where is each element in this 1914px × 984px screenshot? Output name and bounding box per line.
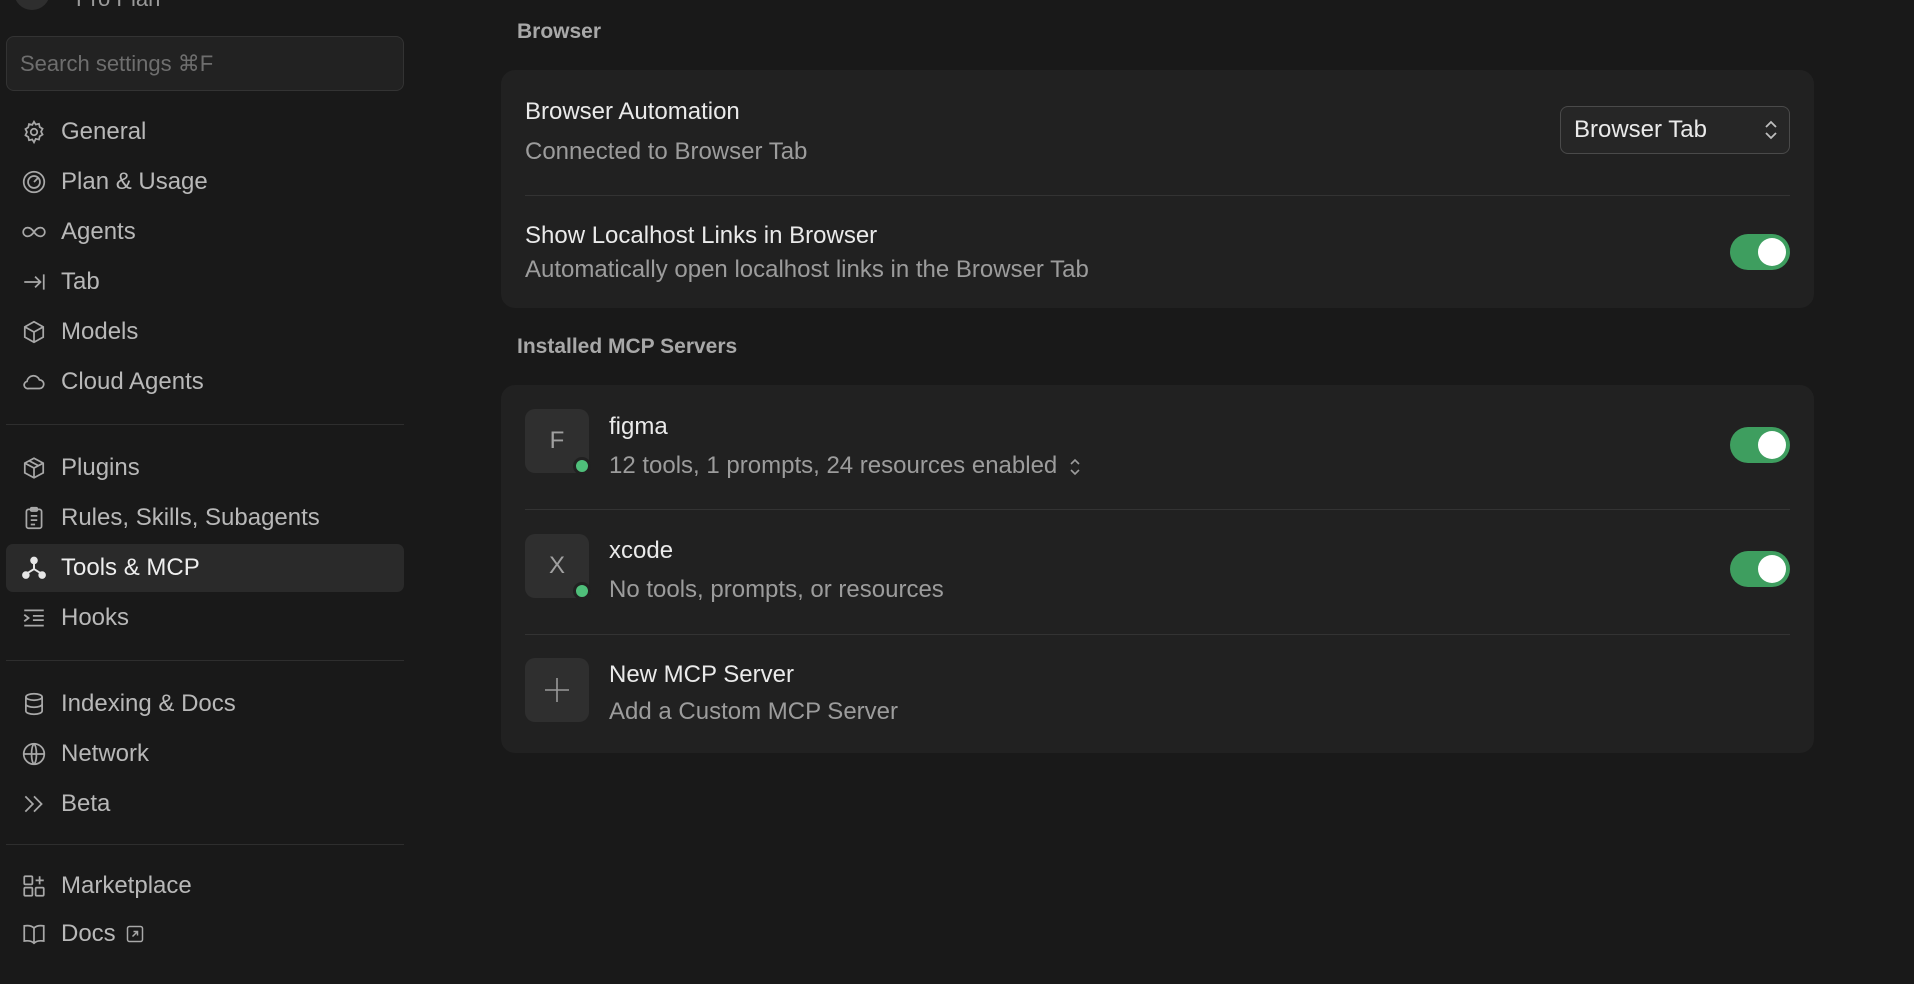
sidebar-item-label: Tools & MCP [61, 554, 200, 581]
sidebar-item-label: Agents [61, 218, 136, 245]
plus-icon [545, 678, 569, 702]
chevrons-right-icon [19, 789, 49, 819]
server-letter: F [549, 427, 565, 454]
server-summary: 12 tools, 1 prompts, 24 resources enable… [609, 452, 1058, 479]
server-summary-row[interactable]: 12 tools, 1 prompts, 24 resources enable… [609, 452, 1081, 480]
sidebar-item-plan-usage[interactable]: Plan & Usage [6, 158, 404, 206]
sidebar-item-hooks[interactable]: Hooks [6, 594, 404, 642]
sidebar-item-label: Models [61, 318, 139, 345]
mcp-servers-card: F figma 12 tools, 1 prompts, 24 resource… [501, 385, 1814, 753]
server-name: xcode [609, 537, 674, 564]
toggle-knob [1758, 555, 1786, 583]
external-link-icon [126, 925, 143, 943]
sidebar-item-label: General [61, 118, 147, 145]
book-icon [19, 919, 49, 949]
sidebar-item-plugins[interactable]: Plugins [6, 444, 404, 492]
localhost-links-subtitle: Automatically open localhost links in th… [525, 256, 1089, 283]
sidebar-item-network[interactable]: Network [6, 730, 404, 778]
sidebar-item-beta[interactable]: Beta [6, 780, 404, 828]
box-icon [19, 453, 49, 483]
sidebar-item-indexing-docs[interactable]: Indexing & Docs [6, 680, 404, 728]
list-indent-icon [19, 603, 49, 633]
chevron-updown-icon [1765, 120, 1777, 140]
localhost-links-toggle[interactable] [1730, 234, 1790, 270]
sidebar-item-models[interactable]: Models [6, 308, 404, 356]
server-avatar: F [525, 409, 591, 475]
sidebar-item-label: Network [61, 740, 150, 767]
browser-mode-select[interactable]: Browser Tab [1560, 106, 1790, 154]
sidebar-item-label: Hooks [61, 604, 130, 631]
avatar[interactable] [14, 0, 50, 10]
sidebar-item-rules-skills-subagents[interactable]: Rules, Skills, Subagents [6, 494, 404, 542]
sidebar-item-label: Cloud Agents [61, 368, 204, 395]
server-summary: No tools, prompts, or resources [609, 576, 944, 603]
cube-icon [19, 317, 49, 347]
browser-automation-title: Browser Automation [525, 98, 740, 125]
toggle-knob [1758, 431, 1786, 459]
toggle-knob [1758, 238, 1786, 266]
nodes-icon [19, 553, 49, 583]
tab-arrow-icon [19, 267, 49, 297]
gauge-icon [19, 167, 49, 197]
sidebar-divider [6, 660, 404, 661]
status-dot [573, 582, 591, 600]
sidebar-item-marketplace[interactable]: Marketplace [6, 862, 404, 910]
cloud-icon [19, 367, 49, 397]
add-server-button[interactable] [525, 658, 589, 722]
sidebar: Pro Plan Search settings ⌘F General Plan… [0, 0, 405, 984]
gear-icon [19, 117, 49, 147]
infinity-icon [19, 217, 49, 247]
globe-icon [19, 739, 49, 769]
new-server-title[interactable]: New MCP Server [609, 661, 794, 689]
grid-plus-icon [19, 871, 49, 901]
clipboard-icon [19, 503, 49, 533]
sidebar-item-label: Marketplace [61, 872, 192, 899]
browser-card: Browser Automation Connected to Browser … [501, 70, 1814, 308]
browser-automation-subtitle: Connected to Browser Tab [525, 138, 808, 165]
row-divider [525, 509, 1790, 510]
figma-toggle[interactable] [1730, 427, 1790, 463]
sidebar-item-label: Indexing & Docs [61, 690, 236, 717]
status-dot [573, 457, 591, 475]
sidebar-item-tab[interactable]: Tab [6, 258, 404, 306]
sidebar-divider [6, 424, 404, 425]
server-name: figma [609, 413, 668, 440]
sidebar-divider [6, 844, 404, 845]
sidebar-item-tools-mcp[interactable]: Tools & MCP [6, 544, 404, 592]
row-divider [525, 195, 1790, 196]
row-divider [525, 634, 1790, 635]
sidebar-item-general[interactable]: General [6, 108, 404, 156]
xcode-toggle[interactable] [1730, 551, 1790, 587]
search-input[interactable]: Search settings ⌘F [6, 36, 404, 91]
sidebar-item-label: Plan & Usage [61, 168, 208, 195]
server-avatar: X [525, 534, 591, 600]
sidebar-item-agents[interactable]: Agents [6, 208, 404, 256]
sidebar-item-label: Beta [61, 790, 111, 817]
select-value: Browser Tab [1574, 116, 1707, 143]
server-letter: X [548, 552, 565, 579]
sidebar-item-label: Tab [61, 268, 100, 295]
plan-label: Pro Plan [76, 0, 160, 12]
database-icon [19, 689, 49, 719]
sidebar-item-label: Rules, Skills, Subagents [61, 504, 320, 531]
new-server-subtitle: Add a Custom MCP Server [609, 698, 898, 725]
chevron-updown-icon [1070, 458, 1080, 475]
section-title-mcp: Installed MCP Servers [517, 335, 738, 358]
localhost-links-title: Show Localhost Links in Browser [525, 222, 878, 249]
sidebar-item-label: Docs [61, 920, 116, 947]
section-title-browser: Browser [517, 20, 602, 43]
sidebar-item-label: Plugins [61, 454, 140, 481]
sidebar-item-docs[interactable]: Docs [6, 910, 404, 958]
sidebar-item-cloud-agents[interactable]: Cloud Agents [6, 358, 404, 406]
